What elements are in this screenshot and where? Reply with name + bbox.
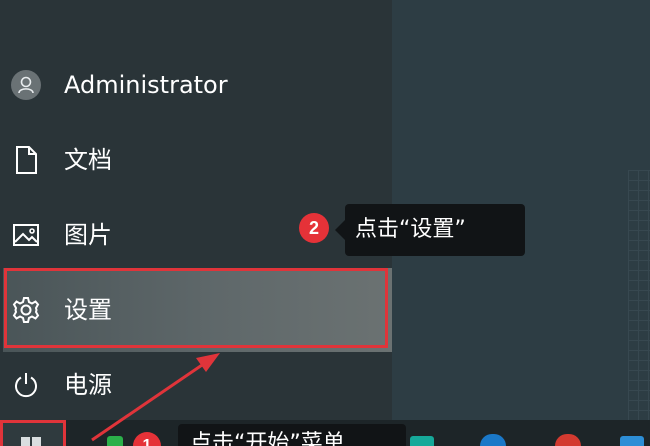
taskbar-app-icon[interactable]: [620, 436, 644, 446]
desktop-screen: Administrator 文档 图片 设置 电源 2 点击“设置” 1 点击“…: [0, 0, 650, 446]
start-button[interactable]: [0, 420, 66, 446]
step-2-badge: 2: [299, 213, 329, 243]
start-menu-panel: Administrator 文档 图片 设置 电源: [0, 0, 392, 420]
documents-label: 文档: [64, 146, 112, 174]
power-icon: [10, 369, 42, 401]
step-2-callout: 点击“设置”: [335, 204, 525, 256]
start-menu-user[interactable]: Administrator: [0, 60, 392, 110]
taskbar-app-icon[interactable]: [107, 436, 123, 446]
user-name-label: Administrator: [64, 71, 228, 99]
document-icon: [10, 144, 42, 176]
start-menu-pictures[interactable]: 图片: [0, 210, 392, 260]
gear-icon: [10, 294, 42, 326]
windows-logo-icon: [21, 437, 41, 446]
start-menu-power[interactable]: 电源: [0, 360, 392, 410]
settings-label: 设置: [64, 296, 112, 324]
start-menu-settings[interactable]: 设置: [3, 268, 392, 352]
power-label: 电源: [64, 371, 112, 399]
taskbar-app-icon[interactable]: [410, 436, 434, 446]
start-menu-documents[interactable]: 文档: [0, 135, 392, 185]
avatar-icon: [10, 69, 42, 101]
step-1-callout: 点击“开始”菜单: [178, 424, 406, 446]
tile-grid-pattern: [628, 170, 650, 420]
pictures-label: 图片: [64, 221, 112, 249]
image-icon: [10, 219, 42, 251]
